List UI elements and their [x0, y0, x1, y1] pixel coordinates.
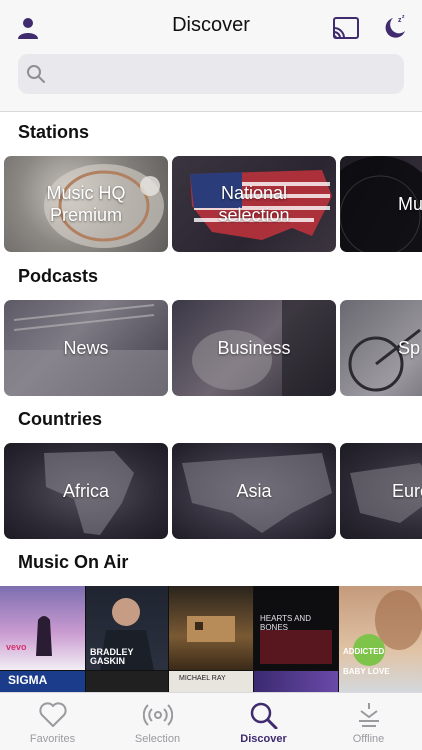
section-title-podcasts: Podcasts [18, 266, 99, 286]
stations-row[interactable]: Music HQ Premium National selection Mu [0, 156, 422, 252]
station-card-music[interactable]: Mu [340, 156, 422, 252]
tab-selection[interactable]: Selection [105, 693, 210, 750]
card-label: Asia [236, 481, 272, 501]
album-cover[interactable]: HEARTS AND BONES [254, 586, 338, 670]
tab-label: Selection [134, 733, 181, 745]
album-art [187, 616, 235, 642]
card-label: News [63, 338, 109, 358]
album-cover[interactable]: SIGMA [0, 671, 85, 692]
cast-icon[interactable] [331, 14, 361, 42]
search-bar[interactable] [18, 54, 404, 94]
album-text: vevo [6, 642, 27, 652]
country-card-africa[interactable]: Africa [4, 443, 168, 539]
tab-label: Discover [240, 733, 287, 745]
album-cover[interactable] [86, 671, 168, 692]
podcast-card-news[interactable]: News [4, 300, 168, 396]
card-label: Business [217, 338, 291, 358]
podcast-card-business[interactable]: Business [172, 300, 336, 396]
album-art [36, 616, 52, 656]
album-cover[interactable]: vevo [0, 586, 85, 670]
album-cover[interactable]: MICHAEL RAY [169, 671, 253, 692]
album-text: BRADLEY GASKIN [90, 647, 134, 666]
countries-row[interactable]: Africa Asia Euro [0, 443, 422, 539]
search-icon [249, 701, 279, 729]
tab-discover[interactable]: Discover [211, 693, 316, 750]
sleep-timer-icon[interactable]: z z [380, 12, 410, 42]
section-title-music-on-air: Music On Air [18, 552, 129, 572]
station-card-music-hq-premium[interactable]: Music HQ Premium [4, 156, 168, 252]
svg-text:z: z [402, 14, 405, 20]
card-label: Mu [398, 194, 422, 214]
card-label: Euro [392, 481, 422, 501]
radio-waves-icon [142, 701, 173, 729]
country-card-asia[interactable]: Asia [172, 443, 336, 539]
country-card-europe[interactable]: Euro [340, 443, 422, 539]
search-icon [26, 64, 46, 84]
album-cover[interactable] [254, 671, 338, 692]
album-text: ADDICTED BABY LOVE [343, 647, 390, 676]
music-on-air-grid[interactable]: vevo BRADLEY GASKIN HEARTS AND BONES ADD… [0, 586, 422, 692]
album-cover[interactable]: BRADLEY GASKIN [86, 586, 168, 670]
album-text: HEARTS AND BONES [260, 614, 311, 632]
card-label: Music HQ Premium [46, 183, 126, 225]
album-text: SIGMA [8, 673, 48, 687]
card-label: Africa [62, 481, 109, 501]
section-title-stations: Stations [18, 122, 90, 142]
tab-label: Favorites [29, 733, 76, 745]
album-text: MICHAEL RAY [179, 675, 226, 682]
card-label: National selection [218, 183, 290, 225]
heart-icon [38, 701, 68, 729]
tab-bar: Favorites Selection Discover Offline [0, 692, 422, 750]
search-input[interactable] [52, 54, 392, 94]
tab-offline[interactable]: Offline [316, 693, 421, 750]
tab-favorites[interactable]: Favorites [0, 693, 105, 750]
tab-label: Offline [352, 733, 385, 745]
podcast-card-sport[interactable]: Sp [340, 300, 422, 396]
top-bar: Discover z z [0, 0, 422, 112]
download-icon [354, 701, 384, 729]
section-title-countries: Countries [18, 409, 103, 429]
album-cover[interactable] [169, 586, 253, 670]
album-cover[interactable]: ADDICTED BABY LOVE [339, 586, 422, 692]
station-card-national-selection[interactable]: National selection [172, 156, 336, 252]
podcasts-row[interactable]: News Business Sp [0, 300, 422, 396]
card-label: Sp [398, 338, 421, 358]
